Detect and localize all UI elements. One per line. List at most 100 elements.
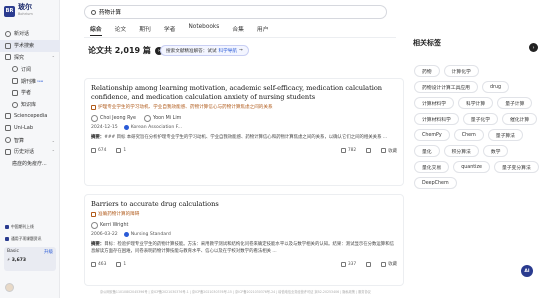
tab[interactable]: 综合 [90,24,102,36]
related-tag[interactable]: DeepChem [414,177,457,189]
tab[interactable]: 学者 [164,24,176,36]
chevron-icon[interactable]: ⌃ [52,149,55,154]
promo-journals[interactable]: 中国期刊上线 [0,222,60,232]
related-tag[interactable]: 积分算法 [443,145,479,157]
share-icon [366,148,372,154]
sidebar-item[interactable]: 学者 [0,87,60,99]
related-tags-panel: 相关标签 [413,38,538,48]
save-button[interactable]: 收藏 [381,148,397,154]
related-tag[interactable]: 科学计算 [458,97,494,109]
sidebar-item-label: 癌症的免疫疗... [12,161,47,168]
chevron-right-icon[interactable]: › [529,43,538,52]
related-tag[interactable]: 数学 [482,145,509,157]
share-button[interactable] [366,148,372,154]
brand-logo[interactable]: BR 玻尔 Bohrium [4,4,33,18]
paper-card[interactable]: Barriers to accurate drug calculations 准… [84,194,404,286]
related-tag[interactable]: 量子变分算法 [493,161,539,173]
views-count: 463 [91,261,106,267]
sidebar-item-label: 历史对话 [14,149,35,156]
views-count: 674 [91,148,106,154]
search-bar[interactable] [84,5,387,19]
panel-title: 相关标签 [413,39,441,47]
like-icon [340,148,346,154]
paper-source[interactable]: Korean Association F... [124,125,182,130]
sidebar-item[interactable]: 订阅 [0,63,60,75]
paper-abstract: 摘要：目标：检验护理专业学生的药物计算技能。方法：采用教学测试和结构化问卷来确定… [91,242,394,254]
paper-authors: Kerri Wright [91,222,397,229]
search-icon [5,42,11,49]
paper-date: 2006-03-22 [91,232,118,237]
likes-count[interactable]: 1 [116,148,126,154]
likes-count[interactable]: 1 [116,261,126,267]
tab[interactable]: 合集 [232,24,244,36]
author-link[interactable]: Choi Jeong Rye [91,115,136,122]
ai-assistant-button[interactable]: AI [521,265,533,277]
sidebar-item-label: 学术搜索 [14,43,35,50]
author-link[interactable]: Yoon Mi Lim [144,115,181,122]
related-tag[interactable]: 量子算法 [487,129,523,141]
sidebar-item[interactable]: 历史对话 ⌃ [0,146,60,158]
chevron-icon[interactable]: ⌄ [52,138,55,143]
result-tabs: 综合 论文 期刊 学者 Notebooks 合集 用户 [90,24,269,36]
related-tag[interactable]: 催化计算 [502,113,538,125]
translate-icon [91,211,96,217]
avatar[interactable] [5,283,14,292]
sidebar-item[interactable]: 新对话 [0,28,60,40]
share-button[interactable] [366,261,372,267]
tab[interactable]: 期刊 [139,24,151,36]
paper-title[interactable]: Relationship among learning motivation, … [91,84,397,102]
sidebar-item[interactable]: 期刊推 new [0,75,60,87]
related-tag[interactable]: 计算化学 [443,65,479,77]
sidebar-item[interactable]: 探究 ⌃ [0,52,60,64]
star-icon [381,261,387,267]
book-icon [12,101,18,108]
upgrade-link[interactable]: 升级 [44,249,53,255]
logo-mark: BR [4,5,15,17]
sidebar-item[interactable]: 癌症的免疫疗... [0,158,60,170]
related-tag[interactable]: 量子化学 [462,113,498,125]
author-link[interactable]: Kerri Wright [91,222,128,229]
like-icon [340,261,346,267]
plan-card[interactable]: Basic 升级 ⚡ 3,673 [4,247,56,271]
eye-icon [91,148,96,154]
promo-icon [5,237,9,241]
tab[interactable]: 用户 [257,24,269,36]
related-tag[interactable]: 量化交易 [414,161,450,173]
user-icon [12,89,18,96]
tab[interactable]: 论文 [115,24,127,36]
related-tag[interactable]: quantize [453,161,490,173]
science-nav-link[interactable]: 科学导航 [219,48,237,54]
related-tag[interactable]: Chem [453,129,484,141]
paper-card[interactable]: Relationship among learning motivation, … [84,78,404,186]
paper-title[interactable]: Barriers to accurate drug calculations [91,200,397,209]
related-tag[interactable]: 量子计算 [497,97,533,109]
star-icon [381,148,387,154]
reads-count[interactable]: 782 [340,148,356,154]
save-button[interactable]: 收藏 [381,261,397,267]
paper-source[interactable]: Nursing Standard [124,232,171,237]
sidebar-item[interactable]: 智算 ⌄ [0,134,60,146]
reads-count[interactable]: 337 [340,261,356,267]
related-tag[interactable]: 药物设计计算工具应用 [414,81,478,93]
related-tag[interactable]: drug [481,81,510,93]
chevron-icon[interactable]: ⌃ [52,55,55,60]
related-tag[interactable]: 计算材料学 [414,97,454,109]
related-tag[interactable]: 计算材料科学 [414,113,459,125]
search-tip[interactable]: 搜索文献精准解答：试试 科学导航 → [160,45,249,56]
sidebar-item[interactable]: Sciencepedia [0,111,60,123]
search-input[interactable] [99,9,349,15]
promo-topics[interactable]: 通用子项课题资讯 [0,234,60,244]
sidebar-item[interactable]: Uni-Lab [0,122,60,134]
related-tag[interactable]: 药物 [414,65,440,77]
plus-icon [5,30,11,37]
sidebar-item-label: 期刊推 [21,78,37,85]
tab[interactable]: Notebooks [188,24,219,36]
related-tag[interactable]: ChemPy [414,129,450,141]
related-tag[interactable]: 量化 [414,145,440,157]
sidebar-item-label: Uni-Lab [14,125,34,132]
sidebar-item[interactable]: 知识库 [0,99,60,111]
history-icon [5,148,11,155]
sidebar-nav: 新对话学术搜索探究 ⌃ 订阅 期刊推 new 学者 知识库 Sciencepedia Uni-L… [0,28,60,170]
promo-icon [5,225,9,229]
sidebar-item[interactable]: 学术搜索 [0,39,60,52]
